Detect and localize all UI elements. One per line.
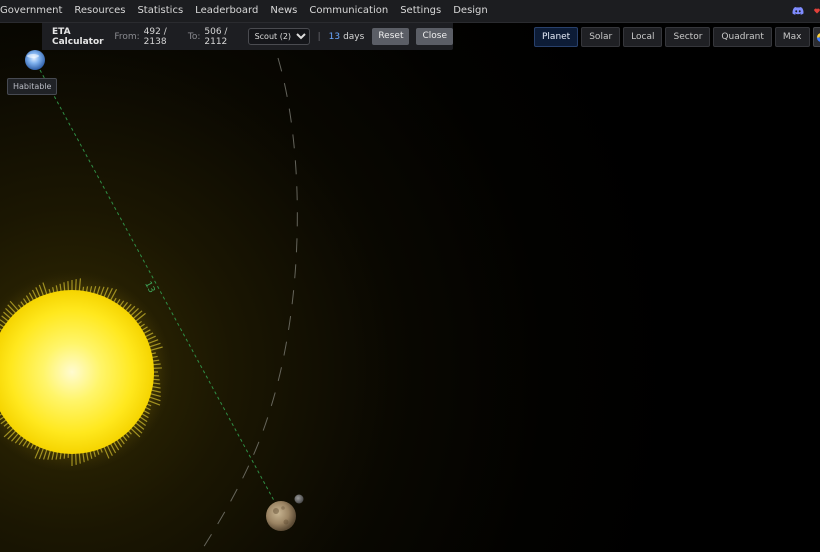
eta-separator: | [317, 31, 321, 42]
color-palette-icon [816, 32, 820, 42]
ship-type-select[interactable]: Scout (2) [247, 28, 310, 45]
eta-to-value: 506 / 2112 [204, 26, 228, 47]
space-map-canvas[interactable] [0, 0, 820, 552]
eta-days-value: 13 [328, 31, 341, 42]
eta-from-label: From: [114, 31, 140, 42]
habitable-label[interactable]: Habitable [7, 78, 58, 95]
close-button[interactable]: Close [416, 28, 454, 45]
eta-to-label: To: [187, 31, 201, 42]
eta-calculator-title: ETA Calculator [52, 26, 104, 47]
zoom-local-button[interactable]: Local [623, 27, 663, 47]
eta-days-label: days [343, 31, 365, 42]
reset-button[interactable]: Reset [372, 28, 410, 45]
heart-icon[interactable] [814, 6, 820, 16]
top-navigation-bar: Government Resources Statistics Leaderbo… [0, 0, 820, 23]
eta-from-value: 492 / 2138 [143, 26, 167, 47]
rocky-planet[interactable] [266, 501, 296, 531]
nav-communication[interactable]: Communication [303, 0, 394, 22]
zoom-level-bar: Planet Solar Local Sector Quadrant Max [534, 27, 820, 47]
nav-settings[interactable]: Settings [394, 0, 447, 22]
orbit-path [202, 57, 298, 549]
discord-icon[interactable] [792, 5, 804, 17]
moon[interactable] [294, 494, 304, 504]
zoom-max-button[interactable]: Max [774, 27, 810, 47]
space-map[interactable] [0, 0, 820, 552]
zoom-quadrant-button[interactable]: Quadrant [713, 27, 772, 47]
eta-calculator-panel: ETA Calculator From: 492 / 2138 To: 506 … [42, 23, 454, 50]
zoom-solar-button[interactable]: Solar [581, 27, 621, 47]
nav-statistics[interactable]: Statistics [131, 0, 189, 22]
nav-government[interactable]: Government [0, 0, 68, 22]
nav-resources[interactable]: Resources [68, 0, 131, 22]
nav-news[interactable]: News [264, 0, 303, 22]
zoom-sector-button[interactable]: Sector [665, 27, 711, 47]
nav-leaderboard[interactable]: Leaderboard [189, 0, 264, 22]
zoom-planet-button[interactable]: Planet [534, 27, 579, 47]
habitable-planet[interactable] [25, 50, 45, 70]
sun-star[interactable] [0, 272, 172, 472]
nav-design[interactable]: Design [447, 0, 494, 22]
nav-right-icons [792, 0, 820, 22]
color-palette-button[interactable] [812, 27, 820, 47]
